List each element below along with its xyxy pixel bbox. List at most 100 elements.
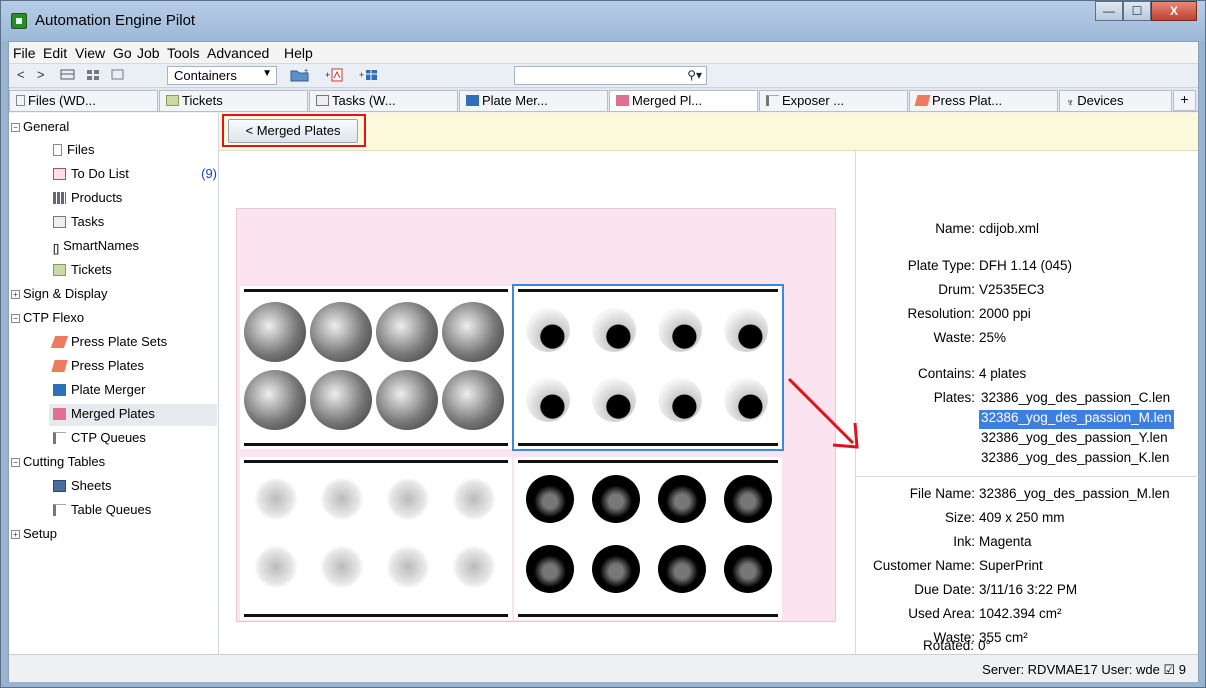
tree-sheets[interactable]: Sheets — [53, 476, 111, 498]
tree-plate-merger[interactable]: Plate Merger — [53, 380, 145, 402]
tree-files[interactable]: Files — [53, 140, 94, 162]
tab-devices[interactable]: ♆ Devices — [1059, 90, 1172, 111]
collapse-icon[interactable]: − — [11, 314, 20, 323]
tab-plate-merger[interactable]: Plate Mer... — [459, 90, 608, 111]
plate-black[interactable] — [514, 457, 782, 620]
design-image — [658, 545, 706, 593]
plate-merger-icon — [466, 95, 479, 106]
tab-exposer[interactable]: Exposer ... — [759, 90, 908, 111]
tab-merged-plates[interactable]: Merged Pl... — [609, 90, 758, 111]
chevron-down-icon: ▼ — [262, 68, 272, 79]
title-bar: Automation Engine Pilot — ☐ X — [1, 1, 1205, 41]
open-folder-icon[interactable]: + — [289, 67, 311, 83]
tree-press-plate-sets[interactable]: Press Plate Sets — [50, 332, 167, 354]
design-image — [526, 545, 574, 593]
table-queues-icon — [53, 504, 66, 516]
design-image — [526, 475, 574, 523]
tab-tickets[interactable]: Tickets — [159, 90, 308, 111]
divider — [856, 476, 1199, 477]
panel-view-icon[interactable] — [109, 67, 127, 83]
name-label: Name: — [935, 221, 975, 236]
plate-list-item[interactable]: 32386_yog_des_passion_C.len — [979, 390, 1172, 409]
press-plate-sets-icon — [50, 336, 69, 348]
maximize-button[interactable]: ☐ — [1123, 1, 1151, 21]
waste-label: Waste: — [933, 330, 975, 345]
devices-icon: ♆ — [1066, 97, 1075, 109]
tab-press-plates[interactable]: Press Plat... — [909, 90, 1058, 111]
menu-advanced[interactable]: Advanced — [207, 45, 269, 61]
ink-value: Magenta — [979, 534, 1032, 549]
tree-products[interactable]: Products — [53, 188, 122, 210]
tree-ctp-queues[interactable]: CTP Queues — [53, 428, 146, 450]
container-view-select[interactable]: Containers ▼ — [167, 66, 277, 85]
grid-view-icon[interactable] — [85, 67, 103, 83]
list-view-icon[interactable] — [59, 67, 77, 83]
ticket-icon — [53, 264, 66, 276]
tree-press-plates-label: Press Plates — [71, 358, 144, 373]
svg-text:+: + — [325, 70, 330, 80]
design-image — [658, 308, 702, 352]
design-image — [254, 545, 298, 589]
plate-list-item[interactable]: 32386_yog_des_passion_K.len — [979, 450, 1171, 469]
plate-list-item[interactable]: 32386_yog_des_passion_Y.len — [979, 430, 1170, 449]
due-date-label: Due Date: — [914, 582, 975, 597]
tree-todo-list[interactable]: To Do List (9) — [53, 164, 217, 186]
menu-file[interactable]: File — [13, 45, 36, 61]
add-pdf-icon[interactable]: + — [325, 67, 347, 83]
add-table-icon[interactable]: + — [359, 67, 381, 83]
plate-cyan[interactable] — [240, 286, 512, 449]
tree-cutting-tables[interactable]: − Cutting Tables — [11, 452, 105, 474]
tree-sign-display[interactable]: + Sign & Display — [11, 284, 108, 306]
design-image — [386, 545, 430, 589]
press-plate-icon — [914, 95, 931, 106]
tree-smartnames[interactable]: [] SmartNames — [53, 236, 139, 258]
ticket-icon — [166, 95, 179, 106]
tree-setup[interactable]: + Setup — [11, 524, 57, 546]
design-image — [320, 545, 364, 589]
exposer-icon — [766, 95, 779, 106]
forward-nav-button[interactable]: > — [37, 67, 45, 82]
expand-icon[interactable]: + — [11, 290, 20, 299]
design-image — [724, 378, 768, 422]
app-logo-icon — [11, 13, 27, 29]
size-label: Size: — [944, 510, 975, 525]
search-icon[interactable]: ⚲▾ — [687, 68, 702, 82]
highlight-frame — [222, 114, 366, 147]
tree-ctp-flexo[interactable]: − CTP Flexo — [11, 308, 84, 330]
menu-edit[interactable]: Edit — [43, 45, 67, 61]
plate-magenta[interactable] — [512, 284, 784, 451]
menu-view[interactable]: View — [75, 45, 105, 61]
plate-yellow[interactable] — [240, 457, 512, 620]
tree-tickets[interactable]: Tickets — [53, 260, 112, 282]
tab-files[interactable]: Files (WD... — [9, 90, 158, 111]
tree-table-queues[interactable]: Table Queues — [53, 500, 151, 522]
menu-help[interactable]: Help — [284, 45, 313, 61]
tree-merged-plates[interactable]: Merged Plates — [49, 404, 217, 426]
resolution-label: Resolution: — [907, 306, 975, 321]
minimize-button[interactable]: — — [1095, 1, 1123, 21]
add-tab-button[interactable]: + — [1173, 90, 1196, 111]
tab-tasks[interactable]: Tasks (W... — [309, 90, 458, 111]
tab-exposer-label: Exposer ... — [782, 93, 845, 108]
plate-strip — [244, 460, 508, 463]
close-button[interactable]: X — [1151, 1, 1197, 21]
tree-smartnames-label: SmartNames — [63, 238, 139, 253]
menu-job[interactable]: Job — [137, 45, 160, 61]
search-input[interactable]: ⚲▾ — [514, 66, 707, 85]
menu-go[interactable]: Go — [113, 45, 132, 61]
tree-tasks[interactable]: Tasks — [53, 212, 104, 234]
menu-tools[interactable]: Tools — [167, 45, 200, 61]
plate-list-item-selected[interactable]: 32386_yog_des_passion_M.len — [979, 410, 1174, 429]
tab-plate-merger-label: Plate Mer... — [482, 93, 548, 108]
design-image — [658, 378, 702, 422]
smartnames-icon: [] — [53, 243, 60, 255]
back-nav-button[interactable]: < — [17, 67, 25, 82]
tree-sign-display-label: Sign & Display — [23, 286, 108, 301]
expand-icon[interactable]: + — [11, 530, 20, 539]
used-area-label: Used Area: — [908, 606, 975, 621]
collapse-icon[interactable]: − — [11, 458, 20, 467]
tree-products-label: Products — [71, 190, 123, 205]
tree-press-plates[interactable]: Press Plates — [51, 356, 144, 378]
tree-general[interactable]: − General — [11, 117, 69, 139]
collapse-icon[interactable]: − — [11, 123, 20, 132]
